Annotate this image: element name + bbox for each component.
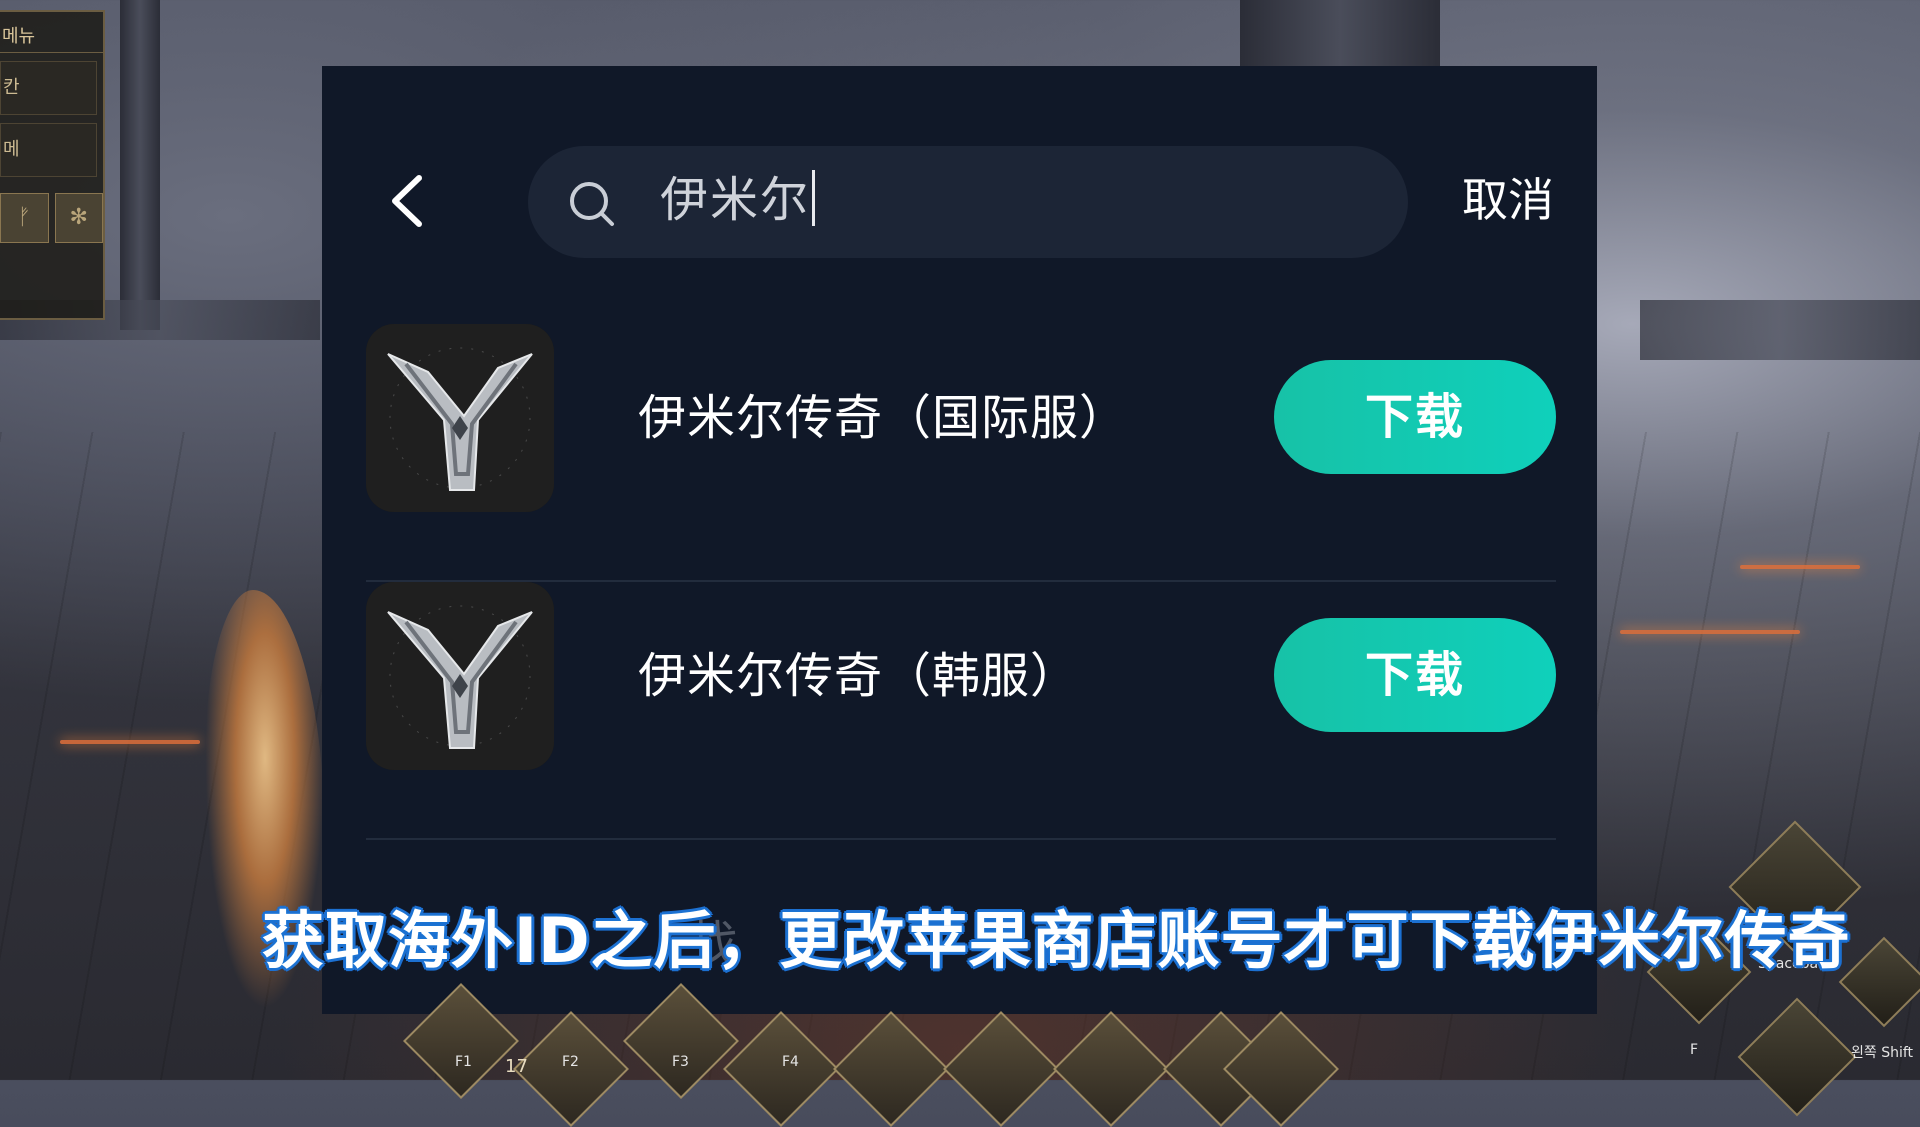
ymir-y-emblem-icon [366,324,554,512]
app-logo-icon [366,582,554,770]
pillar [120,0,160,330]
app-logo-icon [366,324,554,512]
lava-crack [1620,630,1800,634]
skill-bar [0,983,1920,1127]
emblem-slot-icon[interactable]: ✻ [54,193,103,243]
hotkey-label: F2 [562,1054,579,1070]
game-menu-title: 메뉴 [0,12,103,53]
game-menu-row[interactable]: 칸 [0,61,97,115]
divider [366,838,1556,840]
skill-stack-count: 17 [505,1056,528,1077]
hotkey-label: 왼쪽 Shift [1851,1045,1914,1061]
game-menu-slots: ᚠ ✻ [0,193,103,243]
app-name[interactable]: 伊米尔传奇（韩服） [638,644,1079,708]
skill-slot-icon[interactable] [833,1011,949,1127]
skill-slot-icon[interactable] [723,1011,839,1127]
hotkey-label: F1 [455,1054,472,1070]
skill-slot-icon[interactable] [1053,1011,1169,1127]
search-input[interactable]: 伊米尔 [528,146,1408,258]
chevron-left-icon [392,175,422,227]
railing [1640,300,1920,360]
rune-slot-icon[interactable]: ᚠ [0,193,49,243]
search-result-item[interactable]: 伊米尔传奇（韩服） 下载 [366,582,1556,840]
ymir-y-emblem-icon [366,582,554,770]
video-subtitle: 获取海外ID之后，更改苹果商店账号才可下载伊米尔传奇 [262,904,1851,977]
search-query-text[interactable]: 伊米尔 [660,170,816,230]
app-search-panel: 伊米尔 取消 伊米尔传奇（国际服） 下载 伊米尔传奇（韩服） 下载 [322,66,1597,1014]
text-caret [812,170,816,226]
game-side-menu: 메뉴 칸 메 ᚠ ✻ [0,10,105,320]
skill-slot-icon[interactable] [1223,1011,1339,1127]
download-button[interactable]: 下载 [1274,618,1556,732]
pillar [1240,0,1440,70]
cancel-button[interactable]: 取消 [1462,170,1554,230]
search-icon [570,182,614,226]
back-button[interactable] [377,166,437,236]
game-menu-row[interactable]: 메 [0,123,97,177]
skill-slot-icon[interactable] [943,1011,1059,1127]
lava-crack [60,740,200,744]
hotkey-label: F4 [782,1054,799,1070]
app-name[interactable]: 伊米尔传奇（国际服） [638,386,1128,450]
search-result-item[interactable]: 伊米尔传奇（国际服） 下载 [366,324,1556,582]
lava-crack [1740,565,1860,569]
hotkey-label: F [1690,1042,1699,1058]
hotkey-label: F3 [672,1054,689,1070]
download-button[interactable]: 下载 [1274,360,1556,474]
